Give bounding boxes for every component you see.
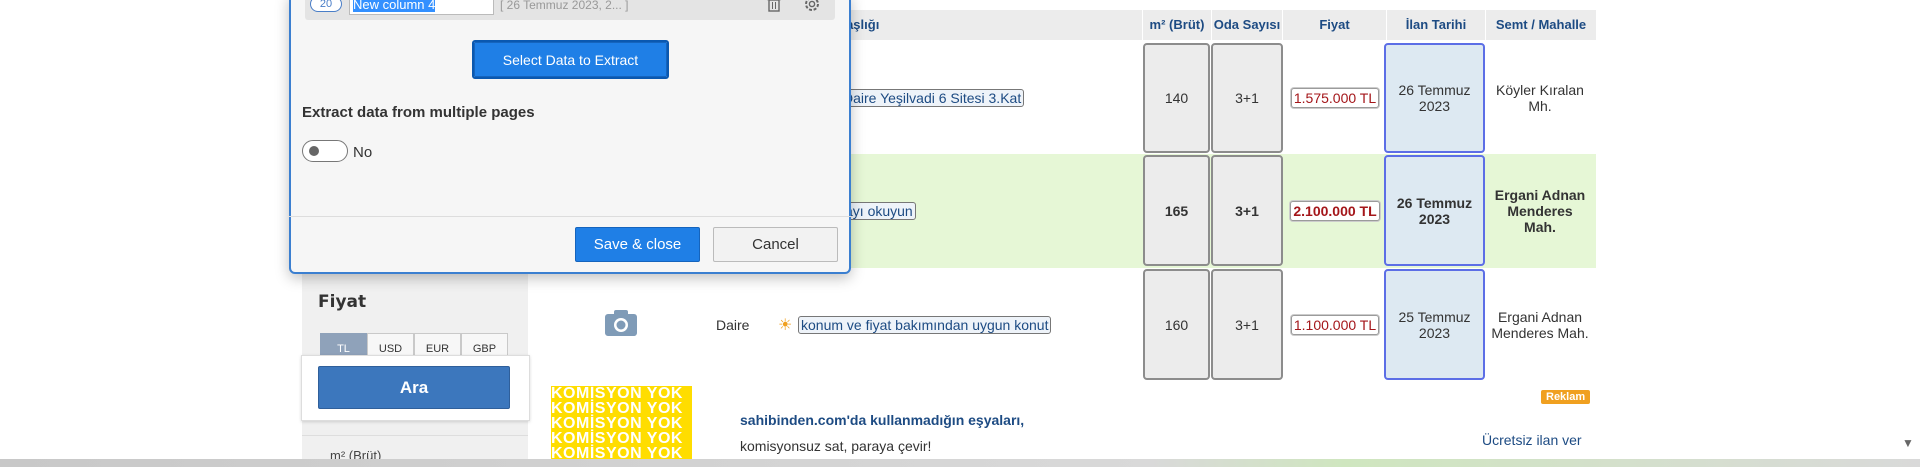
rooms-cell: 3+1	[1211, 43, 1283, 153]
location-cell: Ergani Adnan Menderes Mah.	[1494, 186, 1586, 235]
ad-image-text: KOMİSYON YOK	[551, 400, 683, 417]
camera-icon	[603, 305, 639, 341]
select-data-button[interactable]: Select Data to Extract	[472, 40, 669, 79]
ad-banner[interactable]	[548, 382, 1596, 467]
taskbar-strip	[0, 459, 1920, 467]
price-cell: 1.100.000 TL	[1288, 269, 1382, 380]
area-cell: 140	[1143, 43, 1210, 153]
toggle-value-label: No	[353, 144, 373, 161]
location-cell: Köyler Kıralan Mh.	[1496, 82, 1584, 114]
price-value: 1.100.000 TL	[1290, 314, 1380, 335]
ad-badge: Reklam	[1541, 390, 1591, 404]
free-listing-link[interactable]: Ücretsiz ilan ver	[1482, 432, 1582, 448]
header-rooms[interactable]: Oda Sayısı	[1212, 10, 1282, 40]
rooms-cell: 3+1	[1211, 155, 1283, 266]
trash-icon[interactable]	[766, 0, 782, 12]
area-cell: 160	[1143, 269, 1210, 380]
sun-icon: ☀	[778, 317, 793, 334]
listing-title-link[interactable]: Daire Yeşilvadi 6 Sitesi 3.Kat	[840, 89, 1025, 107]
gear-icon[interactable]	[802, 0, 822, 14]
save-close-button[interactable]: Save & close	[575, 227, 700, 262]
ad-subtitle: komisyonsuz sat, paraya çevir!	[740, 438, 932, 454]
listing-title-cell: ayı okuyun	[842, 199, 916, 223]
header-price[interactable]: Fiyat	[1283, 10, 1386, 40]
ad-image-text: KOMİSYON YOK	[551, 415, 683, 432]
column-preview: [ 26 Temmuz 2023, 2... ]	[500, 0, 629, 12]
listing-title-cell: Daire Yeşilvadi 6 Sitesi 3.Kat	[840, 86, 1025, 110]
multi-page-label: Extract data from multiple pages	[302, 104, 535, 121]
header-area[interactable]: m² (Brüt)	[1143, 10, 1211, 40]
listing-title-link[interactable]: ayı okuyun	[842, 202, 916, 220]
area-cell: 165	[1143, 155, 1210, 266]
header-location[interactable]: Semt / Mahalle	[1486, 10, 1596, 40]
scrollbar[interactable]	[1898, 0, 1920, 467]
price-value: 1.575.000 TL	[1290, 88, 1380, 108]
price-value: 2.100.000 TL	[1290, 200, 1380, 221]
price-filter-title: Fiyat	[318, 292, 367, 312]
ad-title[interactable]: sahibinden.com'da kullanmadığın eşyaları…	[740, 412, 1024, 428]
scroll-down-icon[interactable]: ▼	[1902, 436, 1914, 450]
price-cell: 1.575.000 TL	[1288, 43, 1382, 153]
listing-title-link[interactable]: konum ve fiyat bakımından uygun konut	[798, 316, 1052, 334]
listing-type: Daire	[716, 317, 750, 333]
dialog-divider	[289, 216, 851, 217]
cancel-button[interactable]: Cancel	[713, 227, 838, 262]
ad-image-text: KOMİSYON YOK	[551, 430, 683, 447]
date-cell: 26 Temmuz 2023	[1384, 155, 1485, 266]
location-cell: Ergani Adnan Menderes Mah.	[1491, 308, 1589, 341]
toggle-knob	[309, 146, 319, 156]
search-button[interactable]: Ara	[318, 366, 510, 409]
multi-page-toggle[interactable]	[302, 140, 348, 162]
listing-title-cell: konum ve fiyat bakımından uygun konut	[798, 313, 1052, 337]
rooms-cell: 3+1	[1211, 269, 1283, 380]
price-cell: 2.100.000 TL	[1288, 155, 1382, 266]
date-cell: 25 Temmuz 2023	[1384, 269, 1485, 380]
column-name-selected: New column 4	[353, 0, 436, 12]
date-cell: 26 Temmuz 2023	[1384, 43, 1485, 153]
column-number-badge: 20	[310, 0, 342, 12]
ad-image-text: KOMİSYON YOK	[551, 386, 683, 402]
header-date[interactable]: İlan Tarihi	[1387, 10, 1485, 40]
column-name-input[interactable]: New column 4	[349, 0, 494, 15]
ad-image[interactable]: KOMİSYON YOK KOMİSYON YOK KOMİSYON YOK K…	[551, 386, 692, 467]
